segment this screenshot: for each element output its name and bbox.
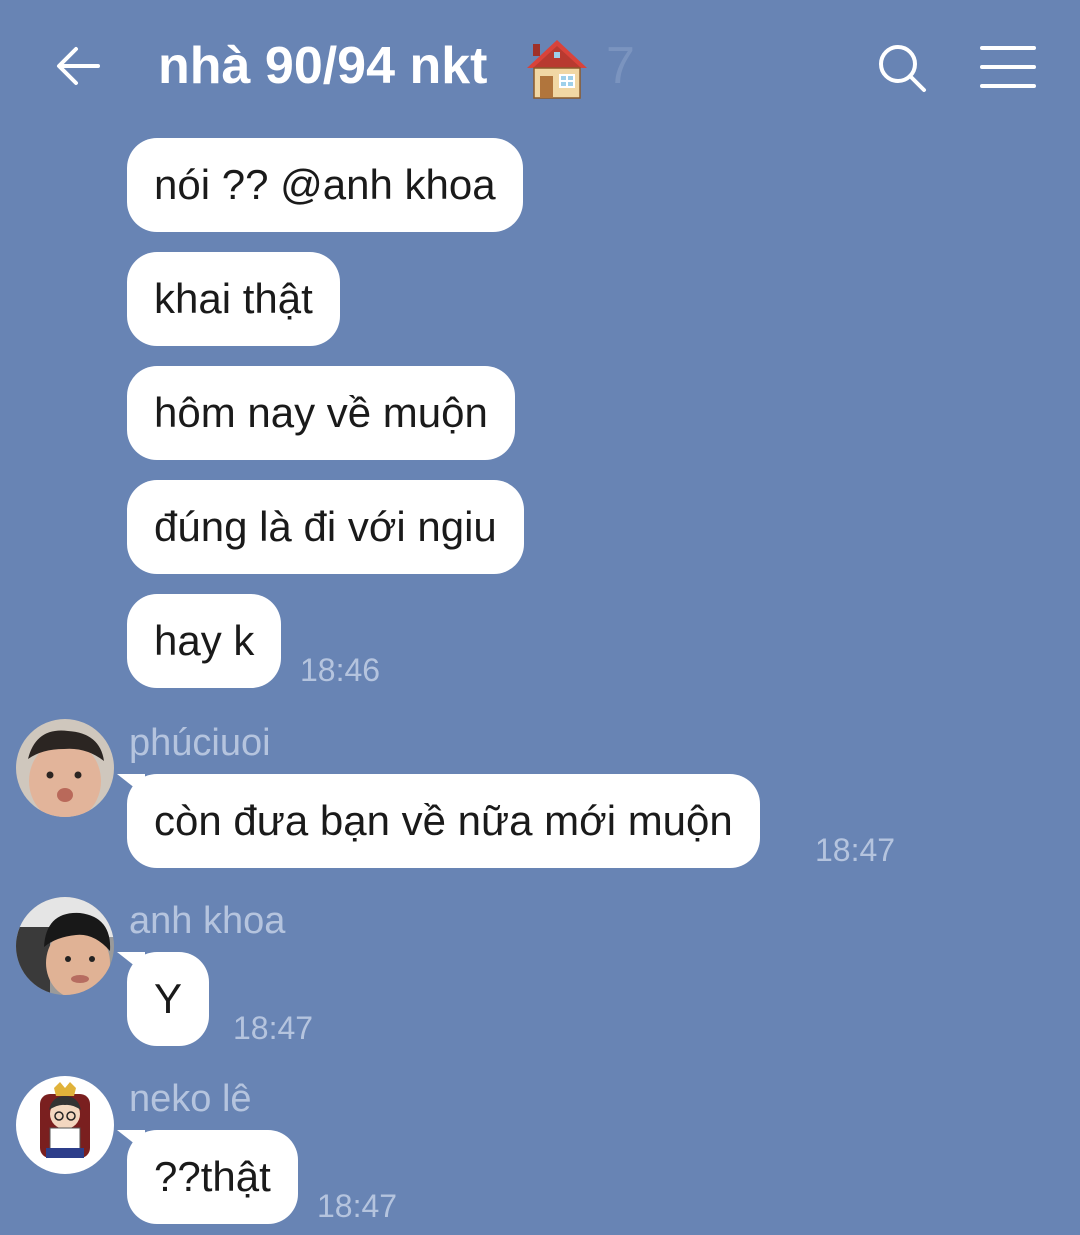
message-bubble[interactable]: còn đưa bạn về nữa mới muộn <box>127 774 760 868</box>
avatar[interactable] <box>16 719 114 817</box>
sender-name: anh khoa <box>129 900 286 942</box>
menu-icon[interactable] <box>976 40 1040 96</box>
chat-header: nhà 90/94 nkt 7 <box>0 0 1080 130</box>
chat-title[interactable]: nhà 90/94 nkt <box>158 36 487 96</box>
message-bubble[interactable]: ??thật <box>127 1130 298 1224</box>
house-icon <box>524 38 590 102</box>
message-bubble[interactable]: đúng là đi với ngiu <box>127 480 524 574</box>
message-time: 18:47 <box>233 1010 314 1046</box>
message-time: 18:46 <box>300 652 381 688</box>
avatar[interactable] <box>16 1076 114 1174</box>
search-icon[interactable] <box>872 40 932 96</box>
arrow-left-icon[interactable] <box>50 38 106 94</box>
message-bubble[interactable]: Y <box>127 952 210 1046</box>
sender-name: neko lê <box>129 1078 252 1120</box>
message-bubble[interactable]: nói ?? @anh khoa <box>127 138 523 232</box>
message-bubble[interactable]: hôm nay về muộn <box>127 366 515 460</box>
member-count: 7 <box>606 37 635 95</box>
message-time: 18:47 <box>815 832 896 868</box>
avatar[interactable] <box>16 897 114 995</box>
sender-name: phúciuoi <box>129 722 271 764</box>
message-bubble[interactable]: khai thật <box>127 252 340 346</box>
message-bubble[interactable]: hay k <box>127 594 282 688</box>
message-time: 18:47 <box>317 1188 398 1224</box>
